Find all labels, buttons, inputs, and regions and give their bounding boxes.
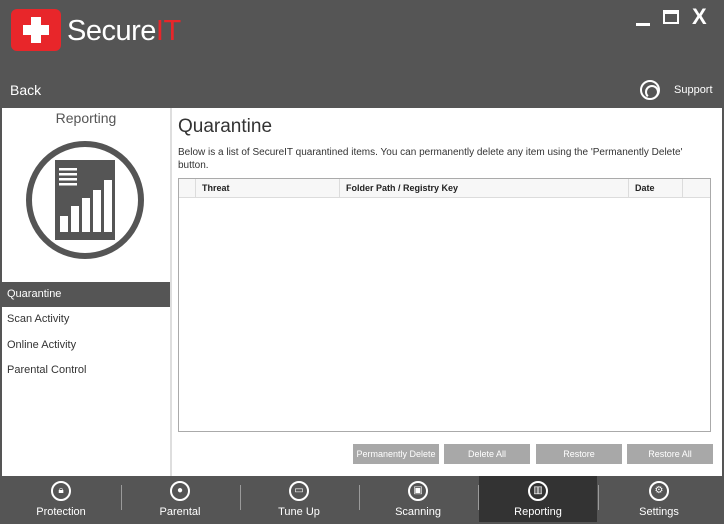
sidebar-item-scan-activity[interactable]: Scan Activity: [2, 307, 170, 332]
nav-label: Parental: [159, 506, 201, 518]
lock-icon: 🔒︎: [51, 481, 71, 501]
brand-primary: Secure: [67, 15, 156, 47]
page-title: Quarantine: [178, 116, 273, 137]
app-logo-icon: [11, 9, 61, 51]
delete-all-button[interactable]: Delete All: [444, 444, 530, 464]
column-header-threat[interactable]: Threat: [195, 179, 339, 198]
nav-scanning[interactable]: ▣ Scanning: [359, 476, 477, 522]
nav-label: Scanning: [395, 506, 441, 518]
permanently-delete-button[interactable]: Permanently Delete: [353, 444, 439, 464]
report-chart-icon: [26, 141, 144, 259]
nav-label: Settings: [639, 506, 679, 518]
support-label: Support: [674, 84, 713, 96]
headset-icon: [640, 80, 660, 100]
reporting-icon: ▥: [528, 481, 548, 501]
column-header-select[interactable]: [179, 179, 195, 198]
bottom-nav: 🔒︎ Protection ● Parental ▭ Tune Up ▣ Sca…: [0, 476, 724, 524]
sidebar-item-quarantine[interactable]: Quarantine: [2, 282, 170, 307]
column-header-date[interactable]: Date: [628, 179, 682, 198]
sidebar-title: Reporting: [55, 110, 117, 126]
quarantine-table[interactable]: Threat Folder Path / Registry Key Date: [178, 178, 711, 432]
app-brand: SecureIT: [67, 14, 181, 48]
column-header-folder-path[interactable]: Folder Path / Registry Key: [339, 179, 628, 198]
page-description: Below is a list of SecureIT quarantined …: [178, 147, 683, 171]
nav-label: Protection: [36, 506, 86, 518]
column-header-extra[interactable]: [682, 179, 710, 198]
sidebar-item-online-activity[interactable]: Online Activity: [2, 333, 170, 358]
restore-button[interactable]: Restore: [536, 444, 622, 464]
nav-label: Reporting: [514, 506, 562, 518]
maximize-button[interactable]: [663, 10, 679, 24]
tuneup-icon: ▭: [289, 481, 309, 501]
nav-label: Tune Up: [278, 506, 320, 518]
nav-tune-up[interactable]: ▭ Tune Up: [240, 476, 358, 522]
nav-settings[interactable]: ⚙ Settings: [600, 476, 718, 522]
nav-protection[interactable]: 🔒︎ Protection: [2, 476, 120, 522]
restore-all-button[interactable]: Restore All: [627, 444, 713, 464]
sidebar-item-parental-control[interactable]: Parental Control: [2, 358, 170, 383]
back-button[interactable]: Back: [10, 82, 41, 98]
table-header: Threat Folder Path / Registry Key Date: [179, 179, 710, 198]
gear-icon: ⚙: [649, 481, 669, 501]
minimize-button[interactable]: [636, 10, 650, 26]
title-bar: SecureIT X Back Support: [0, 0, 724, 108]
nav-parental[interactable]: ● Parental: [121, 476, 239, 522]
scanning-icon: ▣: [408, 481, 428, 501]
sidebar: Reporting Quarantine Scan Activity Onlin…: [2, 108, 170, 476]
brand-accent: IT: [155, 15, 181, 47]
nav-reporting[interactable]: ▥ Reporting: [479, 476, 597, 522]
parental-icon: ●: [170, 481, 190, 501]
main-content: Quarantine Below is a list of SecureIT q…: [172, 108, 722, 476]
support-button[interactable]: Support: [640, 80, 713, 100]
close-button[interactable]: X: [692, 5, 707, 29]
nav-separator: [598, 485, 599, 510]
